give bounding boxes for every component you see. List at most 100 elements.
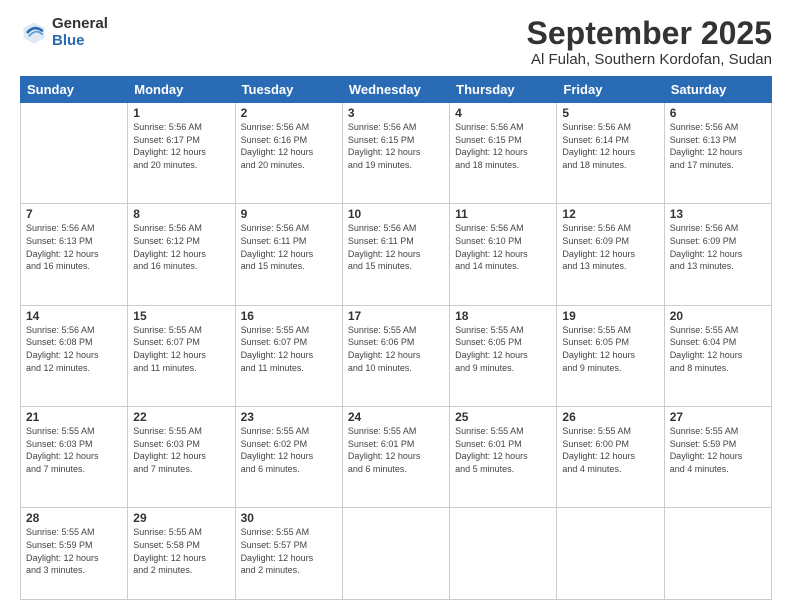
day-number: 26 [562,410,658,424]
day-number: 7 [26,207,122,221]
day-info: Sunrise: 5:55 AM Sunset: 5:59 PM Dayligh… [26,526,122,576]
day-info: Sunrise: 5:56 AM Sunset: 6:16 PM Dayligh… [241,121,337,171]
calendar-cell: 24Sunrise: 5:55 AM Sunset: 6:01 PM Dayli… [342,407,449,508]
day-number: 12 [562,207,658,221]
day-number: 24 [348,410,444,424]
day-info: Sunrise: 5:56 AM Sunset: 6:11 PM Dayligh… [241,222,337,272]
th-wednesday: Wednesday [342,77,449,103]
day-info: Sunrise: 5:56 AM Sunset: 6:13 PM Dayligh… [26,222,122,272]
calendar-cell: 6Sunrise: 5:56 AM Sunset: 6:13 PM Daylig… [664,103,771,204]
day-info: Sunrise: 5:55 AM Sunset: 6:03 PM Dayligh… [26,425,122,475]
day-info: Sunrise: 5:56 AM Sunset: 6:10 PM Dayligh… [455,222,551,272]
week-row-4: 21Sunrise: 5:55 AM Sunset: 6:03 PM Dayli… [21,407,772,508]
calendar-cell: 13Sunrise: 5:56 AM Sunset: 6:09 PM Dayli… [664,204,771,305]
page: General Blue September 2025 Al Fulah, So… [0,0,792,612]
calendar-cell: 28Sunrise: 5:55 AM Sunset: 5:59 PM Dayli… [21,508,128,600]
location-title: Al Fulah, Southern Kordofan, Sudan [527,51,772,68]
day-number: 6 [670,106,766,120]
day-info: Sunrise: 5:56 AM Sunset: 6:12 PM Dayligh… [133,222,229,272]
day-number: 11 [455,207,551,221]
calendar-cell: 10Sunrise: 5:56 AM Sunset: 6:11 PM Dayli… [342,204,449,305]
calendar-cell: 18Sunrise: 5:55 AM Sunset: 6:05 PM Dayli… [450,305,557,406]
day-number: 5 [562,106,658,120]
day-info: Sunrise: 5:55 AM Sunset: 6:07 PM Dayligh… [241,324,337,374]
calendar-cell: 27Sunrise: 5:55 AM Sunset: 5:59 PM Dayli… [664,407,771,508]
day-number: 22 [133,410,229,424]
th-monday: Monday [128,77,235,103]
calendar-cell: 20Sunrise: 5:55 AM Sunset: 6:04 PM Dayli… [664,305,771,406]
calendar-cell: 9Sunrise: 5:56 AM Sunset: 6:11 PM Daylig… [235,204,342,305]
day-number: 15 [133,309,229,323]
day-info: Sunrise: 5:56 AM Sunset: 6:08 PM Dayligh… [26,324,122,374]
day-info: Sunrise: 5:55 AM Sunset: 6:04 PM Dayligh… [670,324,766,374]
day-number: 28 [26,511,122,525]
day-number: 23 [241,410,337,424]
day-info: Sunrise: 5:56 AM Sunset: 6:15 PM Dayligh… [348,121,444,171]
calendar-cell: 11Sunrise: 5:56 AM Sunset: 6:10 PM Dayli… [450,204,557,305]
calendar-cell: 19Sunrise: 5:55 AM Sunset: 6:05 PM Dayli… [557,305,664,406]
day-number: 27 [670,410,766,424]
day-info: Sunrise: 5:55 AM Sunset: 6:02 PM Dayligh… [241,425,337,475]
header-row: Sunday Monday Tuesday Wednesday Thursday… [21,77,772,103]
day-number: 19 [562,309,658,323]
calendar-cell: 12Sunrise: 5:56 AM Sunset: 6:09 PM Dayli… [557,204,664,305]
day-number: 13 [670,207,766,221]
day-number: 21 [26,410,122,424]
day-info: Sunrise: 5:55 AM Sunset: 6:05 PM Dayligh… [455,324,551,374]
day-number: 16 [241,309,337,323]
day-info: Sunrise: 5:55 AM Sunset: 6:07 PM Dayligh… [133,324,229,374]
calendar-cell [664,508,771,600]
day-number: 8 [133,207,229,221]
day-number: 1 [133,106,229,120]
calendar-cell: 30Sunrise: 5:55 AM Sunset: 5:57 PM Dayli… [235,508,342,600]
calendar-cell: 25Sunrise: 5:55 AM Sunset: 6:01 PM Dayli… [450,407,557,508]
day-info: Sunrise: 5:55 AM Sunset: 5:58 PM Dayligh… [133,526,229,576]
day-number: 14 [26,309,122,323]
calendar-cell: 2Sunrise: 5:56 AM Sunset: 6:16 PM Daylig… [235,103,342,204]
day-number: 29 [133,511,229,525]
day-info: Sunrise: 5:56 AM Sunset: 6:09 PM Dayligh… [670,222,766,272]
day-number: 10 [348,207,444,221]
day-number: 25 [455,410,551,424]
calendar-cell: 5Sunrise: 5:56 AM Sunset: 6:14 PM Daylig… [557,103,664,204]
week-row-2: 7Sunrise: 5:56 AM Sunset: 6:13 PM Daylig… [21,204,772,305]
header: General Blue September 2025 Al Fulah, So… [20,16,772,68]
calendar-cell: 14Sunrise: 5:56 AM Sunset: 6:08 PM Dayli… [21,305,128,406]
calendar-cell: 23Sunrise: 5:55 AM Sunset: 6:02 PM Dayli… [235,407,342,508]
calendar-cell: 1Sunrise: 5:56 AM Sunset: 6:17 PM Daylig… [128,103,235,204]
day-number: 17 [348,309,444,323]
day-info: Sunrise: 5:56 AM Sunset: 6:15 PM Dayligh… [455,121,551,171]
calendar-cell: 8Sunrise: 5:56 AM Sunset: 6:12 PM Daylig… [128,204,235,305]
day-info: Sunrise: 5:55 AM Sunset: 6:05 PM Dayligh… [562,324,658,374]
th-tuesday: Tuesday [235,77,342,103]
day-info: Sunrise: 5:55 AM Sunset: 6:01 PM Dayligh… [348,425,444,475]
day-number: 4 [455,106,551,120]
th-saturday: Saturday [664,77,771,103]
calendar-cell: 7Sunrise: 5:56 AM Sunset: 6:13 PM Daylig… [21,204,128,305]
calendar-table: Sunday Monday Tuesday Wednesday Thursday… [20,76,772,600]
calendar-cell: 17Sunrise: 5:55 AM Sunset: 6:06 PM Dayli… [342,305,449,406]
day-number: 30 [241,511,337,525]
day-info: Sunrise: 5:55 AM Sunset: 6:01 PM Dayligh… [455,425,551,475]
calendar-cell [450,508,557,600]
logo-text: General Blue [52,16,108,49]
day-number: 2 [241,106,337,120]
calendar-cell: 29Sunrise: 5:55 AM Sunset: 5:58 PM Dayli… [128,508,235,600]
calendar-cell: 3Sunrise: 5:56 AM Sunset: 6:15 PM Daylig… [342,103,449,204]
calendar-cell [557,508,664,600]
day-number: 18 [455,309,551,323]
day-info: Sunrise: 5:56 AM Sunset: 6:17 PM Dayligh… [133,121,229,171]
day-info: Sunrise: 5:56 AM Sunset: 6:11 PM Dayligh… [348,222,444,272]
calendar-cell: 16Sunrise: 5:55 AM Sunset: 6:07 PM Dayli… [235,305,342,406]
title-area: September 2025 Al Fulah, Southern Kordof… [527,16,772,68]
th-friday: Friday [557,77,664,103]
day-info: Sunrise: 5:55 AM Sunset: 5:59 PM Dayligh… [670,425,766,475]
logo-general-text: General [52,16,108,33]
week-row-3: 14Sunrise: 5:56 AM Sunset: 6:08 PM Dayli… [21,305,772,406]
day-info: Sunrise: 5:56 AM Sunset: 6:09 PM Dayligh… [562,222,658,272]
logo-blue-text: Blue [52,33,108,50]
calendar-cell: 4Sunrise: 5:56 AM Sunset: 6:15 PM Daylig… [450,103,557,204]
day-number: 3 [348,106,444,120]
week-row-1: 1Sunrise: 5:56 AM Sunset: 6:17 PM Daylig… [21,103,772,204]
day-info: Sunrise: 5:55 AM Sunset: 6:00 PM Dayligh… [562,425,658,475]
